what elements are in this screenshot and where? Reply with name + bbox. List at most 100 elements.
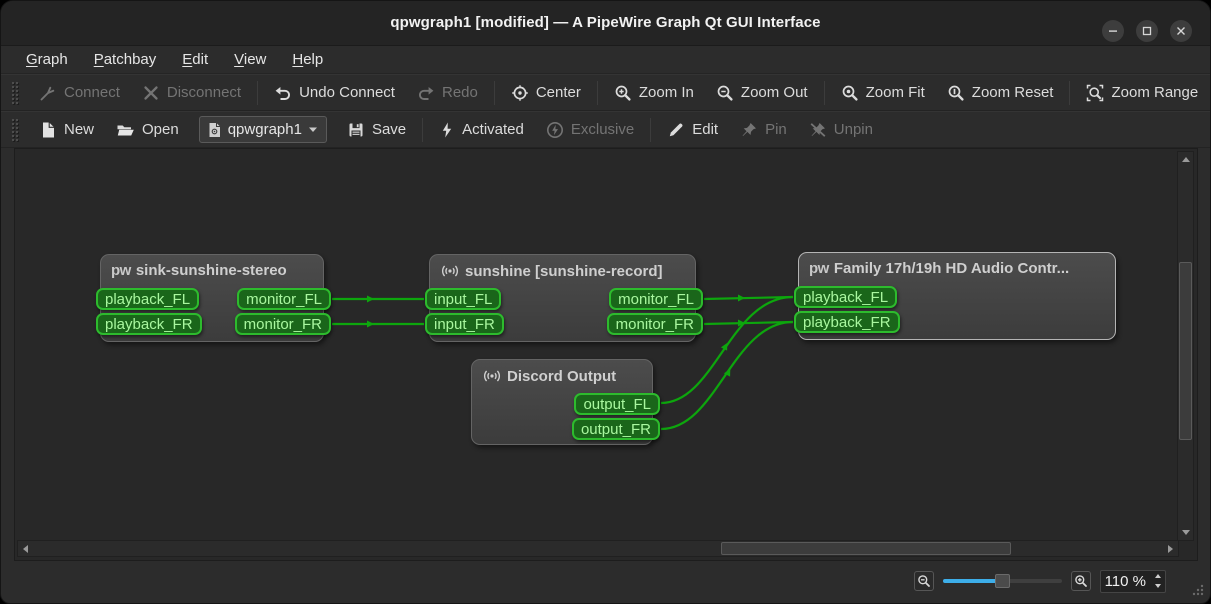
port[interactable]: playback_FL xyxy=(794,286,897,308)
zoom-range-icon xyxy=(1086,84,1104,102)
toolbar-drag-handle[interactable] xyxy=(11,81,20,105)
port[interactable]: playback_FR xyxy=(96,313,202,335)
menu-view[interactable]: View xyxy=(221,48,279,71)
menu-edit[interactable]: Edit xyxy=(169,48,221,71)
zoom-in-button[interactable]: Zoom In xyxy=(603,79,705,107)
disconnect-button[interactable]: Disconnect xyxy=(131,79,252,107)
zoom-slider-handle[interactable] xyxy=(995,574,1010,588)
port[interactable]: input_FR xyxy=(425,313,504,335)
maximize-icon xyxy=(1141,25,1153,37)
undo-connect-button[interactable]: Undo Connect xyxy=(263,79,406,107)
arrow-right-icon xyxy=(1168,545,1173,553)
node-title: Discord Output xyxy=(472,360,652,385)
edit-button[interactable]: Edit xyxy=(656,116,729,144)
zoom-out-icon xyxy=(716,84,734,102)
port[interactable]: monitor_FR xyxy=(607,313,703,335)
pin-button[interactable]: Pin xyxy=(729,116,798,144)
arrow-left-icon xyxy=(23,545,28,553)
zoom-slider[interactable] xyxy=(943,573,1062,589)
node-family-hd-audio[interactable]: pw Family 17h/19h HD Audio Contr... play… xyxy=(798,252,1116,340)
node-title: pw Family 17h/19h HD Audio Contr... xyxy=(799,253,1115,277)
toolbar-graph: Connect Disconnect Undo Connect Redo Cen… xyxy=(1,74,1210,111)
vertical-scrollbar-thumb[interactable] xyxy=(1179,262,1192,440)
node-discord-output[interactable]: Discord Output output_FL output_FR xyxy=(471,359,653,445)
maximize-button[interactable] xyxy=(1136,20,1158,42)
zoom-spinbox[interactable] xyxy=(1100,570,1166,593)
port[interactable]: output_FL xyxy=(574,393,660,415)
arrow-down-icon xyxy=(1155,584,1161,588)
menu-patchbay[interactable]: Patchbay xyxy=(81,48,170,71)
graph-canvas[interactable]: pw sink-sunshine-stereo playback_FL play… xyxy=(14,148,1198,561)
zoom-out-icon xyxy=(917,574,931,588)
zoom-reset-icon xyxy=(947,84,965,102)
node-sink-sunshine-stereo[interactable]: pw sink-sunshine-stereo playback_FL play… xyxy=(100,254,324,342)
open-button[interactable]: Open xyxy=(105,116,190,144)
minimize-button[interactable] xyxy=(1102,20,1124,42)
zoom-spinbox-input[interactable] xyxy=(1101,571,1150,592)
chevron-down-icon xyxy=(308,126,318,133)
unpin-button[interactable]: Unpin xyxy=(798,116,884,144)
save-icon xyxy=(347,121,365,139)
exclusive-bolt-icon xyxy=(546,121,564,139)
node-title: sunshine [sunshine-record] xyxy=(430,255,695,280)
zoom-fit-button[interactable]: Zoom Fit xyxy=(830,79,936,107)
scroll-up-button[interactable] xyxy=(1178,152,1193,167)
zoom-slider-fill xyxy=(943,579,998,583)
pipewire-icon: pw xyxy=(809,260,829,277)
zoom-range-button[interactable]: Zoom Range xyxy=(1075,79,1209,107)
session-combobox[interactable]: qpwgraph1 xyxy=(199,116,327,143)
arrow-up-icon xyxy=(1182,157,1190,162)
session-file-icon xyxy=(207,122,222,138)
zoom-in-mini-button[interactable] xyxy=(1071,571,1091,591)
scroll-down-button[interactable] xyxy=(1178,525,1193,540)
zoom-out-button[interactable]: Zoom Out xyxy=(705,79,819,107)
port[interactable]: input_FL xyxy=(425,288,501,310)
save-button[interactable]: Save xyxy=(336,116,417,144)
port[interactable]: playback_FL xyxy=(96,288,199,310)
connect-icon xyxy=(39,84,57,102)
toolbar-file: New Open qpwgraph1 Save Activated Exclus… xyxy=(1,111,1210,148)
connect-button[interactable]: Connect xyxy=(28,79,131,107)
window-title: qpwgraph1 [modified] — A PipeWire Graph … xyxy=(1,14,1210,31)
zoom-in-icon xyxy=(1074,574,1088,588)
arrow-up-icon xyxy=(1155,574,1161,578)
redo-button[interactable]: Redo xyxy=(406,79,489,107)
new-file-icon xyxy=(39,121,57,139)
node-sunshine-record[interactable]: sunshine [sunshine-record] input_FL inpu… xyxy=(429,254,696,342)
zoom-in-icon xyxy=(614,84,632,102)
zoom-reset-button[interactable]: Zoom Reset xyxy=(936,79,1065,107)
close-button[interactable] xyxy=(1170,20,1192,42)
scroll-right-button[interactable] xyxy=(1163,541,1178,556)
port[interactable]: playback_FR xyxy=(794,311,900,333)
port[interactable]: monitor_FR xyxy=(235,313,331,335)
titlebar[interactable]: qpwgraph1 [modified] — A PipeWire Graph … xyxy=(1,1,1210,46)
port[interactable]: monitor_FL xyxy=(237,288,331,310)
zoom-out-mini-button[interactable] xyxy=(914,571,934,591)
statusbar xyxy=(1,559,1210,603)
pipewire-icon: pw xyxy=(111,262,131,279)
zoom-spin-buttons xyxy=(1150,571,1165,592)
redo-icon xyxy=(417,84,435,102)
stream-icon xyxy=(482,367,502,385)
spin-up-button[interactable] xyxy=(1150,571,1165,582)
horizontal-scrollbar[interactable] xyxy=(17,540,1179,557)
menu-graph[interactable]: Graph xyxy=(13,48,81,71)
toolbar-separator xyxy=(494,81,495,105)
center-button[interactable]: Center xyxy=(500,79,592,107)
horizontal-scrollbar-thumb[interactable] xyxy=(721,542,1011,555)
center-icon xyxy=(511,84,529,102)
port[interactable]: monitor_FL xyxy=(609,288,703,310)
vertical-scrollbar[interactable] xyxy=(1177,151,1194,541)
toolbar-separator xyxy=(257,81,258,105)
resize-grip[interactable] xyxy=(1190,582,1205,597)
scroll-left-button[interactable] xyxy=(18,541,33,556)
toolbar-separator xyxy=(422,118,423,142)
exclusive-button[interactable]: Exclusive xyxy=(535,116,645,144)
menu-help[interactable]: Help xyxy=(279,48,336,71)
spin-down-button[interactable] xyxy=(1150,581,1165,592)
new-button[interactable]: New xyxy=(28,116,105,144)
activated-button[interactable]: Activated xyxy=(428,116,535,144)
toolbar-drag-handle[interactable] xyxy=(11,118,20,142)
node-title: pw sink-sunshine-stereo xyxy=(101,255,323,279)
port[interactable]: output_FR xyxy=(572,418,660,440)
